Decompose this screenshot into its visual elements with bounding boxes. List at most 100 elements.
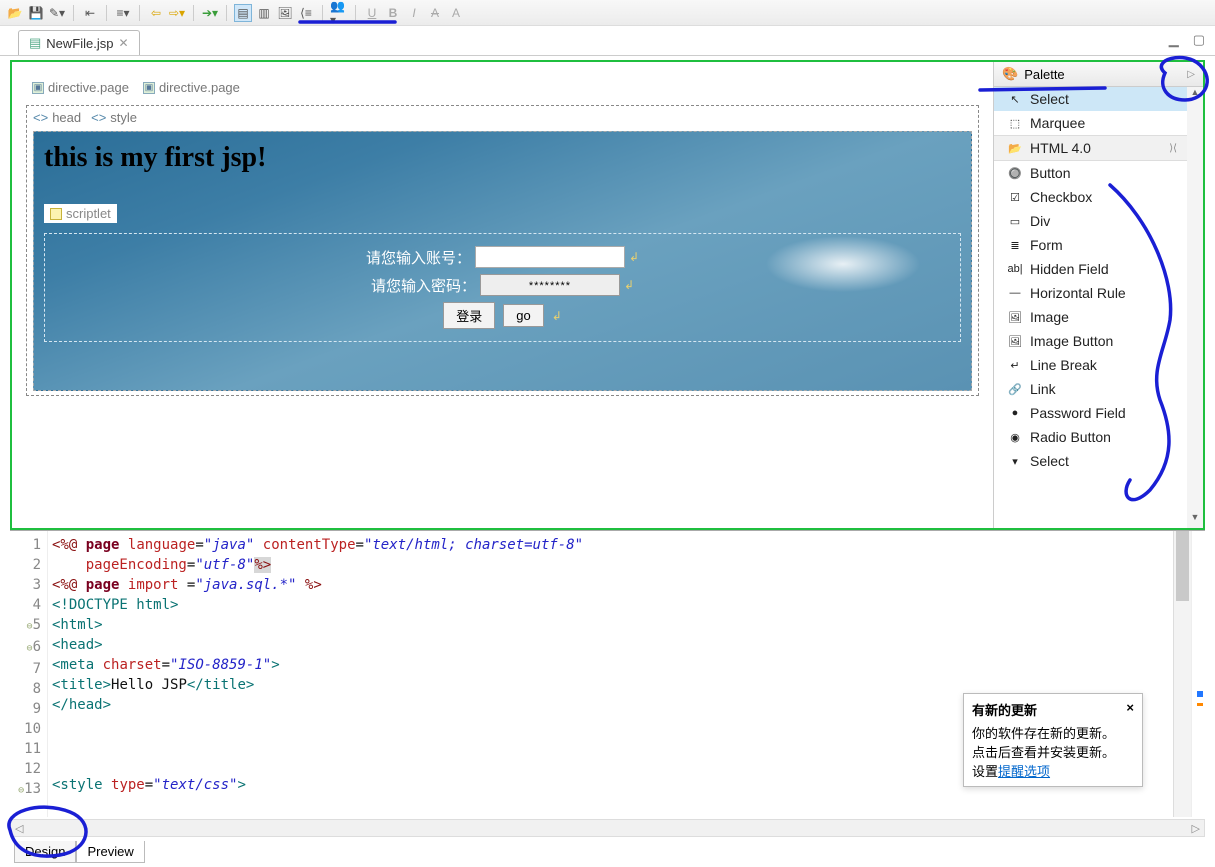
palette-title: Palette <box>1024 67 1064 82</box>
style-label: style <box>110 110 137 125</box>
directive-page-tag[interactable]: ▣directive.page <box>143 80 240 95</box>
separator <box>139 5 140 21</box>
scroll-thumb[interactable] <box>1176 531 1189 601</box>
marquee-icon: ⬚ <box>1008 116 1022 130</box>
maximize-icon[interactable]: ▢ <box>1193 32 1205 48</box>
bold-icon[interactable]: B <box>384 4 402 22</box>
scriptlet-label: scriptlet <box>66 206 111 221</box>
style-tag[interactable]: <> style <box>91 110 137 125</box>
save-icon[interactable]: 💾 <box>27 4 45 22</box>
minimize-icon[interactable]: ▁ <box>1169 32 1179 48</box>
palette-item-marquee[interactable]: ⬚Marquee <box>994 111 1187 135</box>
img-icon: 🖼 <box>1008 310 1022 324</box>
newline-icon: ↲ <box>552 309 562 323</box>
people-icon[interactable]: 👥▾ <box>330 4 348 22</box>
palette-item-label: Form <box>1030 237 1063 253</box>
palette-item-label: Hidden Field <box>1030 261 1109 277</box>
login-button[interactable]: 登录 <box>443 302 495 329</box>
italic-icon[interactable]: I <box>405 4 423 22</box>
notif-link[interactable]: 提醒选项 <box>998 764 1050 779</box>
newline-icon: ↲ <box>624 278 634 292</box>
split-h-icon[interactable]: ▤ <box>234 4 252 22</box>
notif-line3: 设置提醒选项 <box>972 761 1134 780</box>
notif-pre: 设置 <box>972 764 998 779</box>
palette-item-form[interactable]: ≣Form <box>994 233 1187 257</box>
image-mode-icon[interactable]: 🖼 <box>276 4 294 22</box>
palette-item-select[interactable]: ▾Select <box>994 449 1187 473</box>
strike-icon[interactable]: A <box>426 4 444 22</box>
palette-item-checkbox[interactable]: ☑Checkbox <box>994 185 1187 209</box>
palette-item-label: Password Field <box>1030 405 1126 421</box>
head-tag[interactable]: <>head <box>33 110 81 125</box>
tab-preview[interactable]: Preview <box>76 841 144 863</box>
tab-filename: NewFile.jsp <box>46 36 113 51</box>
hid-icon: ab| <box>1008 262 1022 276</box>
top-toolbar: 📂 💾 ✎▾ ⇤ ≡▾ ⇦ ⇨▾ ➔▾ ▤ ▥ 🖼 ⟨≡ 👥▾ U B I A … <box>0 0 1215 26</box>
font-color-icon[interactable]: A <box>447 4 465 22</box>
scroll-left-icon[interactable]: ◁ <box>15 822 23 835</box>
marker-icon <box>1197 703 1203 706</box>
next-icon[interactable]: ➔▾ <box>201 4 219 22</box>
align-icon[interactable]: ≡▾ <box>114 4 132 22</box>
palette-item-image-button[interactable]: 🖼Image Button <box>994 329 1187 353</box>
chevron-right-icon[interactable]: ▷ <box>1187 69 1195 80</box>
back-icon[interactable]: ⇦ <box>147 4 165 22</box>
palette-item-image[interactable]: 🖼Image <box>994 305 1187 329</box>
palette-scrollbar[interactable]: ▲ ▼ <box>1187 87 1203 528</box>
directive-page-tag[interactable]: ▣directive.page <box>32 80 129 95</box>
code-vscrollbar[interactable] <box>1173 531 1191 817</box>
palette-icon: 🎨 <box>1002 66 1018 82</box>
scroll-right-icon[interactable]: ▷ <box>1192 822 1200 835</box>
go-button[interactable]: go <box>503 304 543 327</box>
palette-item-label: Div <box>1030 213 1050 229</box>
scroll-down-icon[interactable]: ▼ <box>1191 512 1200 528</box>
palette-item-div[interactable]: ▭Div <box>994 209 1187 233</box>
directive-row: ▣directive.page ▣directive.page <box>26 76 979 99</box>
palette-item-radio-button[interactable]: ◉Radio Button <box>994 425 1187 449</box>
tag-icon: <> <box>91 110 106 125</box>
separator <box>355 5 356 21</box>
scriptlet-tag[interactable]: scriptlet <box>44 204 117 223</box>
palette-header[interactable]: 🎨 Palette ▷ <box>994 62 1203 87</box>
underline-icon[interactable]: U <box>363 4 381 22</box>
palette-item-label: Image Button <box>1030 333 1113 349</box>
separator <box>322 5 323 21</box>
palette-item-select[interactable]: ↖Select <box>994 87 1187 111</box>
tab-close-icon[interactable]: ✕ <box>118 36 128 50</box>
split-v-icon[interactable]: ▥ <box>255 4 273 22</box>
notif-close-icon[interactable]: × <box>1126 700 1134 719</box>
scriptlet-icon <box>50 208 62 220</box>
account-label: 请您输入账号： <box>366 247 471 268</box>
body-preview: this is my first jsp! scriptlet 请您输入账号： … <box>33 131 972 391</box>
update-notification: 有新的更新 × 你的软件存在新的更新。 点击后查看并安装更新。 设置提醒选项 <box>963 693 1143 787</box>
code-mode-icon[interactable]: ⟨≡ <box>297 4 315 22</box>
palette-item-hidden-field[interactable]: ab| Hidden Field <box>994 257 1187 281</box>
head-label: head <box>52 110 81 125</box>
wand-icon[interactable]: ✎▾ <box>48 4 66 22</box>
open-icon[interactable]: 📂 <box>6 4 24 22</box>
palette-item-link[interactable]: 🔗 Link <box>994 377 1187 401</box>
pwd-icon: ● <box>1008 406 1022 420</box>
tab-newfile-jsp[interactable]: ▤ NewFile.jsp ✕ <box>18 30 140 55</box>
palette-item-line-break[interactable]: ↵Line Break <box>994 353 1187 377</box>
palette-group-label: HTML 4.0 <box>1030 140 1091 156</box>
directive-label: directive.page <box>159 80 240 95</box>
palette-group-html40[interactable]: 📂HTML 4.0⟩⟨ <box>994 135 1187 161</box>
link-icon: 🔗 <box>1008 382 1022 396</box>
tab-design[interactable]: Design <box>14 841 76 863</box>
palette-item-label: Link <box>1030 381 1056 397</box>
fwd-icon[interactable]: ⇨▾ <box>168 4 186 22</box>
newline-icon: ↲ <box>629 250 639 264</box>
head-style-box: <>head <> style this is my first jsp! scr… <box>26 105 979 396</box>
palette-item-password-field[interactable]: ● Password Field <box>994 401 1187 425</box>
palette-item-button[interactable]: 🔘Button <box>994 161 1187 185</box>
notif-title: 有新的更新 <box>972 700 1037 719</box>
palette-item-horizontal-rule[interactable]: —Horizontal Rule <box>994 281 1187 305</box>
outdent-icon[interactable]: ⇤ <box>81 4 99 22</box>
code-hscrollbar[interactable]: ◁ ▷ <box>10 819 1205 837</box>
account-input[interactable] <box>475 246 625 268</box>
palette-list: ↖Select⬚Marquee📂HTML 4.0⟩⟨🔘Button☑Checkb… <box>994 87 1187 528</box>
scroll-up-icon[interactable]: ▲ <box>1191 87 1200 103</box>
password-input[interactable] <box>480 274 620 296</box>
directive-icon: ▣ <box>32 82 44 94</box>
